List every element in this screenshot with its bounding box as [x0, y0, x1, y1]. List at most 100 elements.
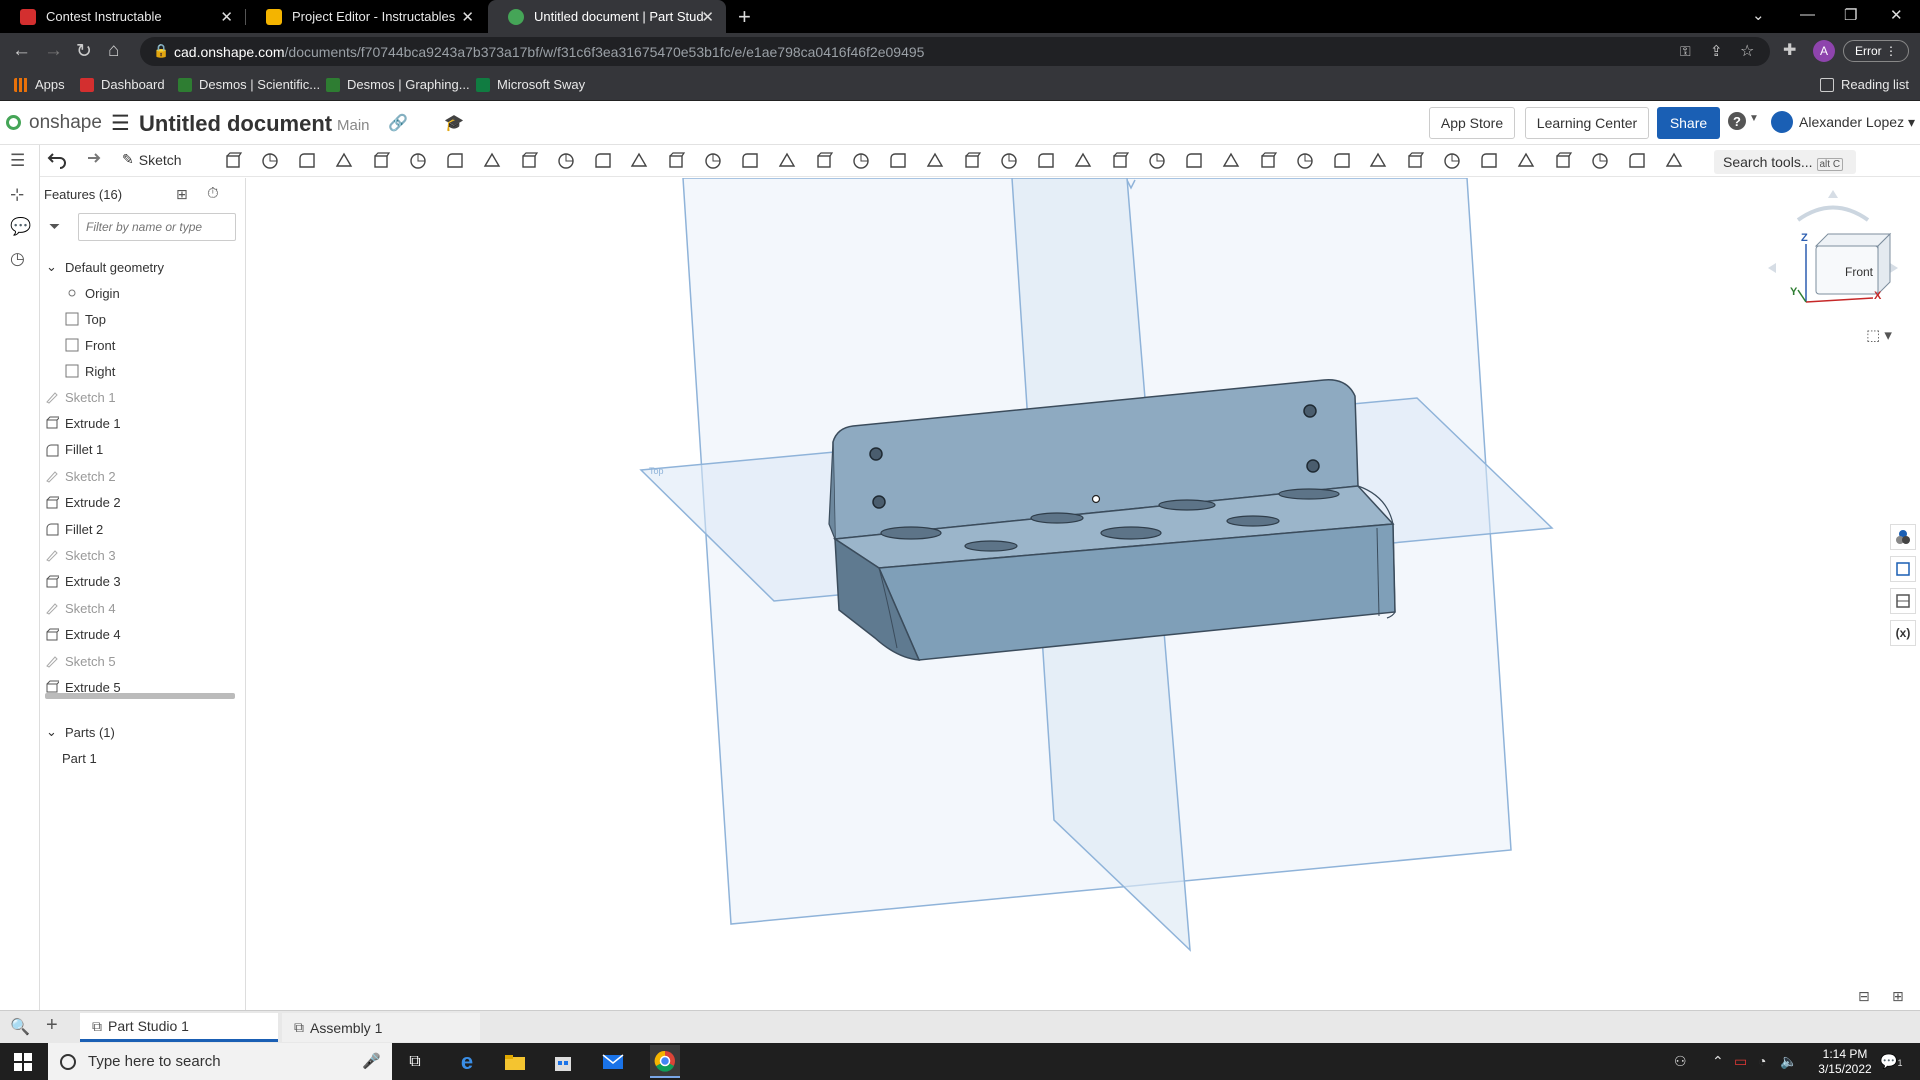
feature-right-plane[interactable]: Right: [64, 359, 115, 383]
feature-front-plane[interactable]: Front: [64, 333, 115, 357]
chrome-icon[interactable]: [650, 1045, 680, 1078]
part-item[interactable]: Part 1: [62, 746, 97, 770]
tab-search-icon[interactable]: ⌄: [1752, 6, 1765, 24]
rollback-timer-icon[interactable]: ⏱: [207, 185, 219, 202]
home-icon[interactable]: ⌂: [108, 40, 119, 62]
plane-icon[interactable]: [1035, 150, 1057, 172]
close-icon[interactable]: ✕: [461, 8, 474, 26]
feature-item-sketch[interactable]: Sketch 1: [44, 385, 116, 409]
filter-icon[interactable]: ⏷: [49, 218, 60, 235]
rib-icon[interactable]: [518, 150, 540, 172]
redo-icon[interactable]: [80, 150, 102, 172]
section-view-icon[interactable]: [1890, 588, 1916, 614]
feature-item-fillet[interactable]: Fillet 1: [44, 438, 103, 462]
history-icon[interactable]: ◷: [10, 249, 32, 271]
loft-icon[interactable]: [333, 150, 355, 172]
bookmark-desmos-scientific[interactable]: Desmos | Scientific...: [178, 77, 320, 92]
insert-tab-icon[interactable]: +: [46, 1014, 58, 1037]
form-icon[interactable]: [1257, 150, 1279, 172]
graphics-viewport[interactable]: Top: [247, 178, 1920, 1010]
default-geometry-group[interactable]: ⌄ Default geometry: [44, 255, 164, 279]
sheet-metal-icon[interactable]: [1220, 150, 1242, 172]
extensions-icon[interactable]: ✚: [1783, 40, 1796, 60]
feature-item-extrude[interactable]: Extrude 4: [44, 623, 121, 647]
store-icon[interactable]: [550, 1049, 576, 1075]
helix-icon[interactable]: [1072, 150, 1094, 172]
feature-item-fillet[interactable]: Fillet 2: [44, 517, 103, 541]
learning-center-button[interactable]: Learning Center: [1525, 107, 1649, 139]
model-scene[interactable]: Top: [247, 178, 1920, 1010]
restore-icon[interactable]: ❐: [1844, 6, 1857, 24]
linear-pattern-icon[interactable]: [628, 150, 650, 172]
share-button[interactable]: Share: [1657, 107, 1720, 139]
undo-icon[interactable]: [46, 150, 68, 172]
bookmark-sway[interactable]: Microsoft Sway: [476, 77, 585, 92]
close-icon[interactable]: ✕: [701, 8, 714, 26]
render-icon[interactable]: ⊞: [1892, 988, 1904, 1005]
address-bar[interactable]: 🔒 cad.onshape.com/documents/f70744bca924…: [140, 37, 1770, 66]
view-cube[interactable]: Front Z X Y: [1768, 190, 1898, 340]
configurations-icon[interactable]: [1183, 150, 1205, 172]
parts-group[interactable]: ⌄ Parts (1): [44, 720, 115, 744]
chevron-down-icon[interactable]: ▼: [1749, 113, 1759, 124]
feature-item-sketch[interactable]: Sketch 3: [44, 543, 116, 567]
share-page-icon[interactable]: ⇪: [1710, 42, 1723, 60]
tab-part-studio-1[interactable]: ⧉ Part Studio 1: [80, 1013, 278, 1042]
profile-avatar[interactable]: A: [1813, 40, 1835, 62]
browser-tab-project-editor[interactable]: Project Editor - Instructables ✕: [246, 0, 486, 33]
menu-icon[interactable]: ☰: [111, 111, 130, 136]
taskbar-clock[interactable]: 1:14 PM 3/15/2022: [1810, 1047, 1880, 1077]
transform-icon[interactable]: [776, 150, 798, 172]
volume-icon[interactable]: 🔈: [1780, 1053, 1797, 1070]
key-icon[interactable]: ⚿: [1680, 43, 1691, 60]
feature-item-sketch[interactable]: Sketch 2: [44, 464, 116, 488]
task-view-icon[interactable]: ⧉: [402, 1049, 428, 1075]
feature-item-sketch[interactable]: Sketch 4: [44, 596, 116, 620]
bookmark-dashboard[interactable]: Dashboard: [80, 77, 165, 92]
comments-icon[interactable]: 💬: [10, 217, 32, 239]
bookmark-star-icon[interactable]: ☆: [1740, 41, 1754, 61]
view-cube-face[interactable]: Front: [1845, 265, 1873, 279]
split-icon[interactable]: [739, 150, 761, 172]
draft-icon[interactable]: [481, 150, 503, 172]
link-icon[interactable]: 🔗: [388, 113, 408, 133]
sweep-icon[interactable]: [296, 150, 318, 172]
reload-icon[interactable]: ↻: [76, 40, 92, 63]
corner-icon[interactable]: [1367, 150, 1389, 172]
sketch-button[interactable]: ✎ Sketch: [122, 151, 182, 168]
fillet-icon[interactable]: [407, 150, 429, 172]
taskbar-search[interactable]: Type here to search 🎤: [48, 1043, 392, 1080]
add-folder-icon[interactable]: ⊞: [176, 186, 188, 203]
notifications-icon[interactable]: 💬1: [1880, 1053, 1902, 1070]
feature-item-extrude[interactable]: Extrude 1: [44, 411, 121, 435]
onshape-logo-text[interactable]: onshape: [29, 112, 102, 134]
document-title[interactable]: Untitled document: [139, 111, 332, 137]
variables-icon[interactable]: (x): [1890, 620, 1916, 646]
chamfer-icon[interactable]: [444, 150, 466, 172]
finish-icon[interactable]: [1478, 150, 1500, 172]
user-avatar-icon[interactable]: [1771, 111, 1793, 133]
section-icon[interactable]: [1626, 150, 1648, 172]
help-icon[interactable]: ?: [1728, 112, 1746, 130]
back-icon[interactable]: ←: [12, 40, 31, 62]
edge-icon[interactable]: e: [454, 1049, 480, 1075]
modify-fillet-icon[interactable]: [850, 150, 872, 172]
feature-list-icon[interactable]: ☰: [10, 151, 32, 173]
offset-surface-icon[interactable]: [998, 150, 1020, 172]
shell-icon[interactable]: [555, 150, 577, 172]
feature-item-extrude[interactable]: Extrude 3: [44, 570, 121, 594]
add-tool-icon[interactable]: [1663, 150, 1685, 172]
appearance-icon[interactable]: [1890, 524, 1916, 550]
mail-icon[interactable]: [600, 1049, 626, 1075]
feature-item-extrude[interactable]: Extrude 2: [44, 491, 121, 515]
move-face-icon[interactable]: [924, 150, 946, 172]
feature-top-plane[interactable]: Top: [64, 307, 106, 331]
trim-icon[interactable]: [1552, 150, 1574, 172]
error-button[interactable]: Error ⋮: [1843, 40, 1909, 62]
minimize-icon[interactable]: —: [1800, 6, 1815, 23]
replace-face-icon[interactable]: [961, 150, 983, 172]
bookmark-desmos-graphing[interactable]: Desmos | Graphing...: [326, 77, 470, 92]
delete-face-icon[interactable]: [887, 150, 909, 172]
new-tab-icon[interactable]: +: [738, 4, 751, 30]
filter-input[interactable]: [78, 213, 236, 241]
